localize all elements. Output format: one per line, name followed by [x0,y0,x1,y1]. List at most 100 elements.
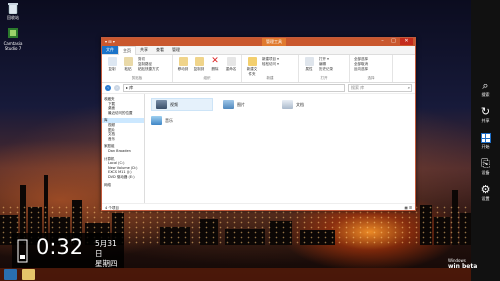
library-item-pictures[interactable]: 图片 [223,100,245,109]
rename-button[interactable]: 重命名 [225,57,237,72]
desktop-icon-label: Camtasia Studio 7 [3,41,23,51]
ribbon: 复制 粘贴 剪切 复制路径 粘贴快捷方式 剪贴板 移动到 复制到 ✕ 删除 重命名… [102,55,415,83]
clock-overlay: 0:32 5月31日 星期四 [12,233,124,269]
navigation-pane[interactable]: 收藏夹 下载 桌面 最近访问的位置 库 视频 图片 文档 音乐 家庭组 Dan … [102,94,145,203]
internet-explorer-icon[interactable] [4,269,17,280]
charm-share[interactable]: ↻ 共享 [471,106,500,124]
file-label: 图片 [237,101,245,107]
view-toggle[interactable]: ▦ ☰ [404,204,415,212]
library-item-documents[interactable]: 文档 [282,100,304,109]
delete-label: 删除 [211,67,219,71]
quick-access-toolbar[interactable]: ▾ ⊞ ▾ [105,39,115,44]
clock-time: 0:32 [36,235,84,259]
file-label: 文档 [296,101,304,107]
charm-label: 开始 [481,144,490,149]
charm-label: 设置 [481,196,490,201]
delete-button[interactable]: ✕ 删除 [209,57,221,72]
taskbar [0,268,471,281]
file-explorer-icon[interactable] [22,269,35,280]
music-library-icon [151,116,162,125]
history-button[interactable]: 历史记录 [319,67,333,72]
move-to-button[interactable]: 移动到 [177,57,189,72]
invert-selection-button[interactable]: 反向选择 [354,67,388,72]
charm-search[interactable]: ⌕ 搜索 [471,80,500,98]
back-button[interactable]: ‹ [105,85,111,91]
title-bar[interactable]: ▾ ⊞ ▾ 管理工具 – □ ✕ [102,38,415,46]
documents-library-icon [282,100,293,109]
forward-button[interactable]: › [114,85,120,91]
explorer-window[interactable]: ▾ ⊞ ▾ 管理工具 – □ ✕ 文件 主页 共享 查看 管理 复制 粘贴 剪切… [101,37,416,211]
nav-network[interactable]: 网络 [102,183,144,188]
new-folder-icon [247,57,257,66]
pictures-library-icon [223,100,234,109]
group-label: 组织 [203,76,211,80]
charm-devices[interactable]: ⎘ 设备 [471,158,500,176]
share-icon: ↻ [480,105,491,118]
properties-icon [304,57,314,66]
paste-shortcut-button[interactable]: 粘贴快捷方式 [138,67,159,72]
file-label: 音乐 [165,117,173,123]
file-label: 视频 [170,101,178,107]
copy-button[interactable]: 复制 [106,57,118,72]
rename-label: 重命名 [225,67,237,71]
maximize-button[interactable]: □ [389,38,398,45]
settings-gear-icon: ⚙ [480,183,491,196]
rename-icon [226,57,236,66]
library-item-music[interactable]: 音乐 [151,116,173,125]
tab-view[interactable]: 查看 [152,46,168,54]
status-bar: 4 个项目 ▦ ☰ [102,203,415,212]
tab-file[interactable]: 文件 [102,46,118,54]
desktop-icon-camtasia[interactable]: Camtasia Studio 7 [0,28,26,51]
delete-icon: ✕ [211,56,219,66]
minimize-button[interactable]: – [378,38,387,45]
tab-home[interactable]: 主页 [118,45,136,55]
properties-button[interactable]: 属性 [303,57,315,72]
item-count: 4 个项目 [105,206,119,210]
tab-share[interactable]: 共享 [136,46,152,54]
move-to-label: 移动到 [177,67,189,71]
copy-to-button[interactable]: 复制到 [193,57,205,72]
ribbon-group-select: 全部选择 全部取消 反向选择 选择 [350,55,393,82]
ribbon-group-organize: 移动到 复制到 ✕ 删除 重命名 组织 [173,55,242,82]
new-folder-button[interactable]: 新建文件夹 [246,57,258,77]
desktop-icon-label: 回收站 [7,15,19,20]
video-library-icon [156,100,167,109]
new-folder-label: 新建文件夹 [246,67,258,76]
camtasia-icon [8,28,18,40]
address-bar[interactable]: ▸ 库 [123,84,345,92]
lock-screen-icon [17,239,28,263]
charms-bar: ⌕ 搜索 ↻ 共享 开始 ⎘ 设备 ⚙ 设置 [471,0,500,281]
copy-to-label: 复制到 [193,67,205,71]
search-icon: ⌕ [482,79,489,92]
group-label: 新建 [266,76,274,80]
windows-start-icon [480,133,491,143]
paste-label: 粘贴 [124,67,132,71]
search-box[interactable]: 搜索 库 ⌕ [348,84,412,92]
paste-button[interactable]: 粘贴 [122,57,134,72]
charm-settings[interactable]: ⚙ 设置 [471,184,500,202]
copy-label: 复制 [108,67,116,71]
charm-start[interactable]: 开始 [471,132,500,150]
desktop-icon-recycle-bin[interactable]: 回收站 [0,2,26,21]
library-item-videos[interactable]: 视频 [151,98,213,111]
brand-line2: win beta [448,263,478,270]
group-label: 打开 [320,76,328,80]
charm-label: 共享 [481,118,490,123]
context-tab-label: 管理工具 [262,38,286,46]
tab-manage[interactable]: 管理 [168,46,184,54]
search-placeholder: 搜索 库 [351,85,365,90]
file-list[interactable]: 视频 图片 文档 音乐 [145,94,415,203]
watermark: Windows win beta [448,258,477,270]
easy-access-button[interactable]: 轻松访问 ▾ [262,62,279,67]
ribbon-tabs: 文件 主页 共享 查看 管理 [102,45,415,55]
close-button[interactable]: ✕ [400,38,413,45]
clock-date: 5月31日 星期四 [95,239,124,269]
devices-icon: ⎘ [481,157,490,170]
properties-label: 属性 [305,67,313,71]
ribbon-group-open: 属性 打开 ▾ 编辑 历史记录 打开 [299,55,350,82]
group-label: 剪贴板 [131,76,143,80]
address-bar-row: ‹ › ▸ 库 搜索 库 ⌕ [102,83,415,94]
charm-label: 搜索 [481,92,490,97]
charm-label: 设备 [481,170,490,175]
date-text: 5月31日 [95,239,117,258]
